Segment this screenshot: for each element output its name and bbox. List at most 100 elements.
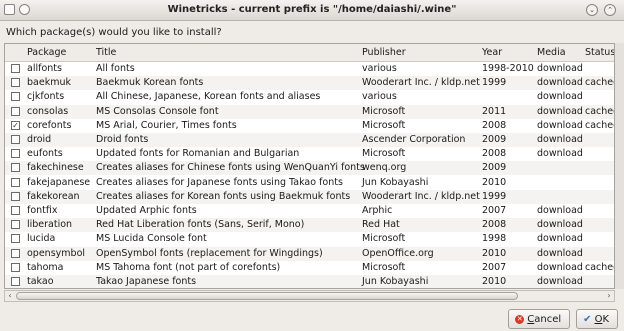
column-header-publisher[interactable]: Publisher [362,47,406,58]
cell-package: fakekorean [27,190,80,202]
row-checkbox[interactable] [11,220,20,230]
cell-package: fakejapanese [27,176,91,188]
cell-title: Updated fonts for Romanian and Bulgarian [96,148,300,160]
cell-media: download [537,77,583,89]
cell-status: cached [585,105,614,117]
cell-year: 2010 [482,176,507,188]
cell-package: cjkfonts [27,91,65,103]
cell-year: 2009 [482,134,507,145]
package-list[interactable]: Package Title Publisher Year Media Statu… [4,43,615,289]
cell-year: 2008 [482,148,507,160]
scroll-left-icon[interactable]: ‹ [5,291,15,301]
table-row[interactable]: baekmuk Baekmuk Korean fonts Wooderart Inc… [5,76,614,91]
row-checkbox[interactable] [11,135,20,144]
cell-publisher: wenq.org [362,162,407,174]
cell-year: 2008 [482,119,507,131]
row-checkbox[interactable] [11,163,20,173]
horizontal-scrollbar[interactable]: ‹ › [4,290,615,302]
cell-year: 1998 [482,233,507,245]
cell-publisher: various [362,63,397,74]
table-row[interactable]: eufonts Updated fonts for Romanian and Bu… [5,147,614,161]
cell-package: allfonts [27,63,62,74]
table-row[interactable]: fakechinese Creates aliases for Chinese f… [5,161,614,176]
cell-year: 1999 [482,77,507,89]
cell-publisher: Wooderart Inc. / kldp.net [362,190,480,202]
cell-year: 1998-2010 [482,63,534,74]
row-checkbox[interactable] [11,149,20,159]
list-header: Package Title Publisher Year Media Statu… [5,44,614,62]
row-checkbox[interactable] [11,277,20,286]
cell-publisher: Jun Kobayashi [362,176,429,188]
cell-publisher: Microsoft [362,233,406,245]
cell-status: cached [585,77,614,89]
row-checkbox[interactable] [11,78,20,88]
column-header-package[interactable]: Package [27,47,66,58]
cell-publisher: Ascender Corporation [362,134,466,145]
scrollbar-thumb[interactable] [16,292,518,300]
row-checkbox[interactable] [11,262,20,272]
cell-title: Creates aliases for Korean fonts using B… [96,190,351,202]
cell-publisher: Jun Kobayashi [362,276,429,287]
ok-label-rest: K [602,313,609,325]
table-row[interactable]: takao Takao Japanese fonts Jun Kobayashi 20… [5,275,614,288]
cell-year: 2007 [482,261,507,273]
table-row[interactable]: lucida MS Lucida Console font Microsoft 199… [5,232,614,246]
cell-package: consolas [27,105,69,117]
cell-status: cached [585,119,614,131]
cell-package: fakechinese [27,162,84,174]
vertical-scrollbar[interactable] [615,43,624,289]
cell-title: MS Consolas Console font [96,105,219,117]
row-checkbox[interactable] [11,177,20,187]
column-header-status[interactable]: Status [585,47,614,58]
cancel-label-rest: ancel [534,313,562,325]
cell-year: 2009 [482,162,507,174]
cell-title: Takao Japanese fonts [96,276,197,287]
titlebar: Winetricks - current prefix is "/home/da… [0,0,624,21]
cell-title: Baekmuk Korean fonts [96,77,204,89]
row-checkbox[interactable] [11,248,20,258]
ok-button[interactable]: ✔ OK [576,309,618,329]
column-header-year[interactable]: Year [482,47,502,58]
minimize-icon[interactable]: ⌄ [586,4,598,16]
cell-title: Creates aliases for Chinese fonts using … [96,162,365,174]
table-row[interactable]: fontfix Updated Arphic fonts Arphic 2007 dow… [5,204,614,218]
cancel-button[interactable]: ✕ Cancel [508,309,571,329]
cancel-label: Cancel [527,314,561,325]
table-row[interactable]: consolas MS Consolas Console font Microsof… [5,104,614,119]
row-checkbox[interactable]: ✓ [11,120,20,130]
cell-publisher: Microsoft [362,105,406,117]
table-row[interactable]: cjkfonts All Chinese, Japanese, Korean fo… [5,90,614,104]
row-checkbox[interactable] [11,191,20,201]
column-header-title[interactable]: Title [96,47,116,58]
table-row[interactable]: opensymbol OpenSymbol fonts (replacement … [5,246,614,261]
cell-publisher: Microsoft [362,119,406,131]
scroll-right-icon[interactable]: › [604,291,614,301]
table-row[interactable]: ✓ corefonts MS Arial, Courier, Times fonts… [5,119,614,133]
column-header-media[interactable]: Media [537,47,566,58]
row-checkbox[interactable] [11,234,20,244]
table-row[interactable]: fakejapanese Creates aliases for Japanese… [5,176,614,190]
cell-year: 1999 [482,190,507,202]
cell-package: corefonts [27,119,72,131]
table-row[interactable]: liberation Red Hat Liberation fonts (Sans… [5,218,614,233]
cell-package: lucida [27,233,56,245]
row-checkbox[interactable] [11,106,20,116]
table-row[interactable]: fakekorean Creates aliases for Korean fon… [5,189,614,204]
cell-title: MS Tahoma font (not part of corefonts) [96,261,281,273]
row-checkbox[interactable] [11,206,20,215]
cell-title: All fonts [96,63,135,74]
cell-title: All Chinese, Japanese, Korean fonts and … [96,91,321,103]
row-checkbox[interactable] [11,64,20,73]
cell-media: download [537,91,583,103]
cell-publisher: Wooderart Inc. / kldp.net [362,77,480,89]
table-row[interactable]: tahoma MS Tahoma font (not part of corefo… [5,261,614,275]
cell-media: download [537,148,583,160]
cell-title: MS Arial, Courier, Times fonts [96,119,237,131]
table-row[interactable]: droid Droid fonts Ascender Corporation 2009… [5,133,614,147]
cell-publisher: OpenOffice.org [362,247,434,259]
cell-title: Creates aliases for Japanese fonts using… [96,176,343,188]
row-checkbox[interactable] [11,92,20,102]
maximize-icon[interactable]: ⌃ [604,4,616,16]
table-row[interactable]: allfonts All fonts various 1998-2010 downloa… [5,62,614,76]
cell-package: tahoma [27,261,64,273]
